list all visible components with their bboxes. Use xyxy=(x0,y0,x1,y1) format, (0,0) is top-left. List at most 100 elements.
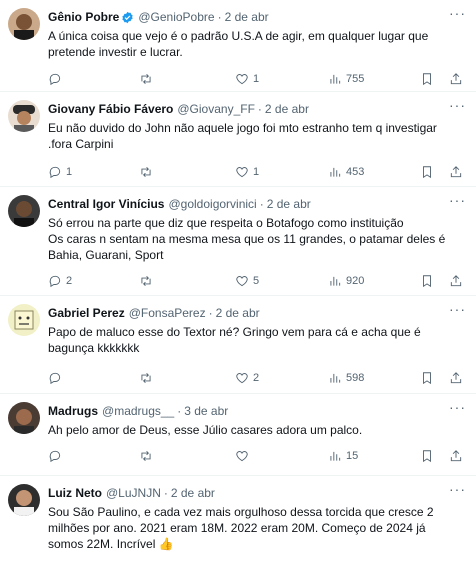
reply-button[interactable]: 1 xyxy=(48,165,72,179)
tweet-header: Gabriel Perez @FonsaPerez · 2 de abr xyxy=(48,305,260,321)
more-icon[interactable]: ··· xyxy=(449,98,466,112)
views-button[interactable]: 920 xyxy=(328,274,364,288)
more-icon[interactable]: ··· xyxy=(449,400,466,414)
tweet-text: Papo de maluco esse do Textor né? Gringo… xyxy=(48,325,421,355)
views-button[interactable]: 453 xyxy=(328,165,364,179)
share-button[interactable] xyxy=(449,72,463,86)
reply-icon xyxy=(49,372,61,385)
views-button[interactable]: 15 xyxy=(328,449,358,463)
display-name[interactable]: Luiz Neto xyxy=(48,485,102,501)
share-icon xyxy=(450,73,462,85)
avatar[interactable] xyxy=(8,484,40,516)
tweet-date[interactable]: 2 de abr xyxy=(267,196,311,212)
verified-badge-icon xyxy=(121,11,134,24)
views-count: 15 xyxy=(346,450,359,462)
avatar[interactable] xyxy=(8,100,40,132)
tweet[interactable]: ··· Central Igor Vinícius @goldoigorvini… xyxy=(0,187,476,296)
share-button[interactable] xyxy=(449,274,463,288)
tweet-actions: 2 5 920 xyxy=(48,274,476,294)
repost-icon xyxy=(141,276,151,286)
share-button[interactable] xyxy=(449,165,463,179)
like-button[interactable]: 1 xyxy=(235,72,259,86)
share-icon xyxy=(450,166,462,178)
user-handle[interactable]: @FonsaPerez xyxy=(129,305,206,321)
views-button[interactable]: 598 xyxy=(328,371,364,385)
display-name[interactable]: Madrugs xyxy=(48,403,98,419)
bookmark-icon xyxy=(423,372,431,385)
views-count: 453 xyxy=(346,166,365,178)
reply-button[interactable]: 2 xyxy=(48,274,72,288)
avatar[interactable] xyxy=(8,402,40,434)
tweet-text: Sou São Paulino, e cada vez mais orgulho… xyxy=(48,505,434,551)
avatar[interactable] xyxy=(8,304,40,336)
bookmark-button[interactable] xyxy=(420,165,434,179)
bookmark-button[interactable] xyxy=(420,274,434,288)
tweet[interactable]: ··· Gênio Pobre @GenioPobre · 2 de abr A… xyxy=(0,0,476,92)
reply-button[interactable] xyxy=(48,449,66,463)
repost-button[interactable] xyxy=(139,274,157,288)
share-icon xyxy=(450,275,462,287)
tweet-header: Madrugs @madrugs__ · 3 de abr xyxy=(48,403,229,419)
tweet-actions: 2 598 xyxy=(48,371,476,391)
display-name[interactable]: Gênio Pobre xyxy=(48,9,119,25)
tweet-text: Ah pelo amor de Deus, esse Júlio casares… xyxy=(48,423,363,437)
more-icon[interactable]: ··· xyxy=(449,193,466,207)
tweet-header: Central Igor Vinícius @goldoigorvinici ·… xyxy=(48,196,311,212)
display-name[interactable]: Giovany Fábio Fávero xyxy=(48,101,173,117)
bookmark-icon xyxy=(423,166,431,179)
avatar[interactable] xyxy=(8,195,40,227)
views-count: 920 xyxy=(346,275,365,287)
user-handle[interactable]: @LuJNJN xyxy=(106,485,161,501)
views-button[interactable]: 755 xyxy=(328,72,364,86)
bookmark-button[interactable] xyxy=(420,449,434,463)
tweet[interactable]: ··· Madrugs @madrugs__ · 3 de abr Ah pel… xyxy=(0,394,476,476)
user-handle[interactable]: @madrugs__ xyxy=(102,403,174,419)
tweet-date[interactable]: 2 de abr xyxy=(265,101,309,117)
more-icon[interactable]: ··· xyxy=(449,302,466,316)
repost-button[interactable] xyxy=(139,371,157,385)
share-button[interactable] xyxy=(449,371,463,385)
repost-button[interactable] xyxy=(139,449,157,463)
reply-count: 1 xyxy=(66,166,73,178)
tweet[interactable]: ··· Luiz Neto @LuJNJN · 2 de abr Sou São… xyxy=(0,476,476,568)
reply-icon xyxy=(49,166,61,179)
more-icon[interactable]: ··· xyxy=(449,482,466,496)
avatar[interactable] xyxy=(8,8,40,40)
tweet-actions: 15 xyxy=(48,449,476,469)
tweet-text: A única coisa que vejo é o padrão U.S.A … xyxy=(48,29,429,59)
like-icon xyxy=(236,451,248,462)
tweet-date[interactable]: 2 de abr xyxy=(171,485,215,501)
like-button[interactable]: 2 xyxy=(235,371,259,385)
share-icon xyxy=(450,450,462,462)
display-name[interactable]: Gabriel Perez xyxy=(48,305,125,321)
tweet[interactable]: ··· Giovany Fábio Fávero @Giovany_FF · 2… xyxy=(0,92,476,187)
tweet[interactable]: ··· Gabriel Perez @FonsaPerez · 2 de abr… xyxy=(0,296,476,394)
tweet-header: Giovany Fábio Fávero @Giovany_FF · 2 de … xyxy=(48,101,309,117)
tweet-actions: 1 755 xyxy=(48,72,476,92)
user-handle[interactable]: @goldoigorvinici xyxy=(168,196,256,212)
like-count: 1 xyxy=(253,166,260,178)
tweet-date[interactable]: 2 de abr xyxy=(225,9,269,25)
repost-button[interactable] xyxy=(139,165,157,179)
display-name[interactable]: Central Igor Vinícius xyxy=(48,196,164,212)
user-handle[interactable]: @Giovany_FF xyxy=(177,101,255,117)
share-button[interactable] xyxy=(449,449,463,463)
user-handle[interactable]: @GenioPobre xyxy=(138,9,214,25)
reply-icon xyxy=(49,450,61,463)
views-icon xyxy=(330,373,341,383)
like-button[interactable] xyxy=(235,449,253,463)
bookmark-icon xyxy=(423,450,431,463)
reply-button[interactable] xyxy=(48,72,66,86)
repost-button[interactable] xyxy=(139,72,157,86)
tweet-date[interactable]: 2 de abr xyxy=(216,305,260,321)
reply-button[interactable] xyxy=(48,371,66,385)
like-icon xyxy=(236,373,248,384)
bookmark-button[interactable] xyxy=(420,72,434,86)
tweet-actions: 1 1 453 xyxy=(48,165,476,185)
bookmark-button[interactable] xyxy=(420,371,434,385)
reply-icon xyxy=(49,73,61,86)
tweet-date[interactable]: 3 de abr xyxy=(184,403,228,419)
like-button[interactable]: 1 xyxy=(235,165,259,179)
like-button[interactable]: 5 xyxy=(235,274,259,288)
more-icon[interactable]: ··· xyxy=(449,6,466,20)
